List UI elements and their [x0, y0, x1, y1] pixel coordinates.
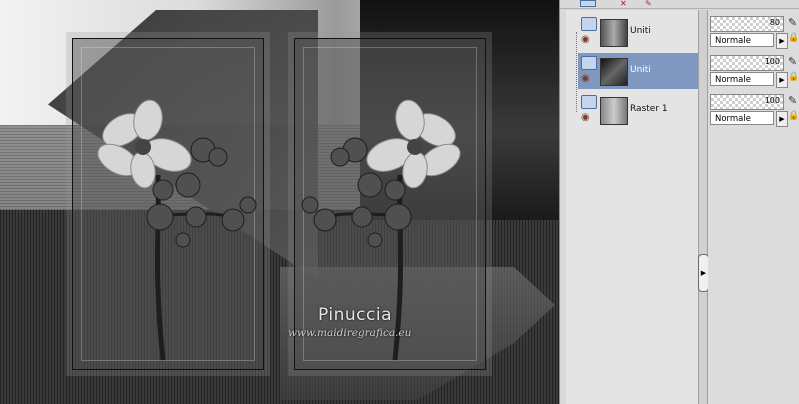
delete-layer-icon[interactable]: ✕ [620, 0, 634, 8]
layer-list[interactable]: ◉ Uniti ◉ Uniti ◉ Raster 1 [566, 10, 701, 404]
layer-props-3: 100 ✎ Normale ▶ 🔒 [710, 92, 799, 128]
layer-props-1: 80 ✎ Normale ▶ 🔒 [710, 14, 799, 50]
layer-thumbnail [600, 97, 628, 125]
panel-splitter[interactable]: ▶ [698, 10, 709, 404]
layer-thumbnail [600, 19, 628, 47]
image-canvas[interactable]: Pinuccia www.maidiregrafica.eu [0, 0, 559, 404]
layer-type-icon [581, 17, 597, 31]
blend-mode-select[interactable]: Normale [710, 72, 774, 86]
triangle-right-icon: ▶ [779, 115, 785, 123]
layer-properties: 80 ✎ Normale ▶ 🔒 100 ✎ Normale ▶ 🔒 100 ✎… [708, 10, 799, 404]
eye-icon[interactable]: ◉ [581, 113, 590, 123]
opacity-value: 100 [764, 96, 780, 105]
layers-toolbar: ✕ ✎ [560, 0, 799, 9]
eye-icon[interactable]: ◉ [581, 74, 590, 84]
layers-palette: ✕ ✎ ◉ Uniti ◉ Uniti ◉ Raster 1 ▶ 80 ✎ No… [559, 0, 799, 404]
layer-row-1[interactable]: ◉ Uniti [578, 14, 700, 50]
brush-icon[interactable]: ✎ [645, 0, 659, 8]
lock-icon[interactable]: 🔒 [788, 72, 799, 82]
layer-name: Uniti [630, 65, 651, 75]
blend-mode-select[interactable]: Normale [710, 33, 774, 47]
layer-row-3[interactable]: ◉ Raster 1 [578, 92, 700, 128]
opacity-value: 100 [764, 57, 780, 66]
blend-dropdown-button[interactable]: ▶ [776, 72, 788, 88]
pencil-icon[interactable]: ✎ [788, 55, 797, 68]
layer-thumbnail [600, 58, 628, 86]
layer-name: Uniti [630, 26, 651, 36]
new-layer-icon[interactable] [580, 0, 596, 7]
pencil-icon[interactable]: ✎ [788, 94, 797, 107]
lock-icon[interactable]: 🔒 [788, 33, 799, 43]
blend-dropdown-button[interactable]: ▶ [776, 33, 788, 49]
opacity-slider[interactable]: 100 [710, 94, 784, 110]
layer-name: Raster 1 [630, 104, 668, 114]
layer-props-2: 100 ✎ Normale ▶ 🔒 [710, 53, 799, 89]
pencil-icon[interactable]: ✎ [788, 16, 797, 29]
triangle-right-icon: ▶ [700, 269, 707, 277]
opacity-slider[interactable]: 80 [710, 16, 784, 32]
opacity-slider[interactable]: 100 [710, 55, 784, 71]
watermark-name: Pinuccia [318, 305, 392, 325]
opacity-value: 80 [769, 18, 780, 27]
lock-icon[interactable]: 🔒 [788, 111, 799, 121]
eye-icon[interactable]: ◉ [581, 35, 590, 45]
blossom-left [97, 99, 257, 361]
triangle-right-icon: ▶ [779, 37, 785, 45]
blend-mode-select[interactable]: Normale [710, 111, 774, 125]
layer-row-2[interactable]: ◉ Uniti [578, 53, 700, 89]
watermark-url: www.maidiregrafica.eu [288, 327, 412, 339]
layer-type-icon [581, 56, 597, 70]
blend-dropdown-button[interactable]: ▶ [776, 111, 788, 127]
layer-type-icon [581, 95, 597, 109]
triangle-right-icon: ▶ [779, 76, 785, 84]
